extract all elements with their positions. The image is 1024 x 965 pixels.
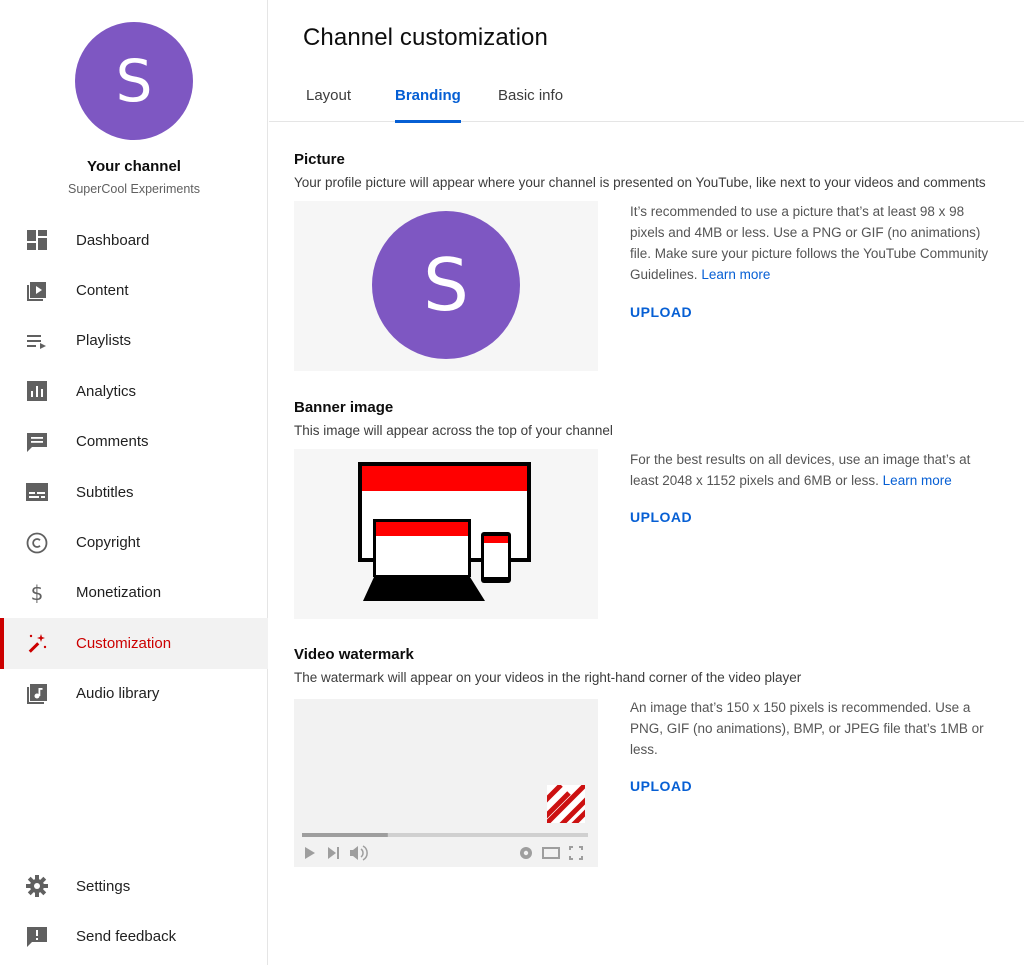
copyright-icon	[26, 532, 48, 554]
gear-icon	[520, 847, 532, 859]
sidebar-item-label: Audio library	[76, 685, 160, 703]
gear-icon	[26, 875, 48, 898]
sidebar-item-label: Settings	[76, 877, 131, 895]
sidebar-item-label: Content	[76, 282, 129, 300]
picture-preview: S	[294, 201, 598, 371]
channel-avatar[interactable]: S	[75, 22, 193, 140]
sidebar-item-audio-library[interactable]: Audio library	[0, 669, 268, 719]
watermark-description: The watermark will appear on your videos…	[294, 670, 802, 685]
banner-title: Banner image	[294, 399, 394, 416]
banner-info: For the best results on all devices, use…	[630, 449, 1000, 491]
video-player-illustration	[302, 785, 588, 861]
avatar-letter: S	[423, 243, 469, 327]
banner-preview	[294, 449, 598, 619]
watermark-upload-button[interactable]: UPLOAD	[630, 778, 692, 794]
sidebar-item-label: Monetization	[76, 584, 162, 602]
picture-learn-more-link[interactable]: Learn more	[701, 267, 770, 282]
magic-wand-icon	[26, 632, 48, 654]
audio-library-icon	[26, 683, 48, 705]
devices-illustration-icon	[358, 462, 531, 601]
sidebar-item-label: Comments	[76, 433, 149, 451]
avatar-letter: S	[115, 47, 153, 115]
main-content: Channel customization Layout Branding Ba…	[269, 0, 1024, 965]
sidebar-item-monetization[interactable]: $ Monetization	[0, 568, 268, 618]
watermark-title: Video watermark	[294, 646, 414, 663]
comments-icon	[26, 431, 48, 453]
analytics-icon	[26, 380, 48, 402]
dashboard-icon	[26, 229, 48, 251]
sidebar-item-customization[interactable]: Customization	[0, 618, 268, 669]
picture-upload-button[interactable]: UPLOAD	[630, 304, 692, 320]
banner-learn-more-link[interactable]: Learn more	[883, 473, 952, 488]
playlists-icon	[26, 330, 48, 352]
content-icon	[26, 280, 48, 302]
sidebar-item-label: Customization	[76, 634, 172, 652]
picture-title: Picture	[294, 151, 345, 168]
page-title: Channel customization	[303, 24, 548, 51]
subtitles-icon	[26, 481, 48, 503]
svg-text:$: $	[31, 582, 44, 604]
sidebar-item-label: Send feedback	[76, 928, 177, 946]
sidebar-item-subtitles[interactable]: Subtitles	[0, 467, 268, 517]
sidebar-item-send-feedback[interactable]: Send feedback	[0, 911, 268, 961]
feedback-icon	[26, 926, 48, 948]
sidebar-item-analytics[interactable]: Analytics	[0, 366, 268, 416]
watermark-info: An image that’s 150 x 150 pixels is reco…	[630, 700, 984, 757]
tab-basic-info[interactable]: Basic info	[498, 87, 563, 122]
next-icon	[328, 847, 336, 859]
tab-bar: Layout Branding Basic info	[269, 72, 1024, 123]
banner-description: This image will appear across the top of…	[294, 423, 613, 438]
picture-info: It’s recommended to use a picture that’s…	[630, 201, 1000, 285]
sidebar-item-comments[interactable]: Comments	[0, 417, 268, 467]
player-progress-bar	[302, 833, 388, 837]
sidebar-item-settings[interactable]: Settings	[0, 861, 268, 911]
your-channel-label[interactable]: Your channel	[0, 158, 268, 175]
channel-name: SuperCool Experiments	[67, 182, 200, 196]
play-icon	[305, 847, 315, 859]
sidebar-item-playlists[interactable]: Playlists	[0, 316, 268, 366]
sidebar-item-label: Analytics	[76, 382, 137, 400]
sidebar-item-content[interactable]: Content	[0, 265, 268, 315]
tab-layout[interactable]: Layout	[306, 87, 351, 122]
theater-mode-icon	[542, 847, 560, 859]
volume-icon	[350, 845, 368, 861]
sidebar-nav: Dashboard Content Playlists Analytics Co…	[0, 215, 268, 719]
banner-upload-button[interactable]: UPLOAD	[630, 509, 692, 525]
tab-branding[interactable]: Branding	[395, 87, 461, 123]
picture-avatar: S	[372, 211, 520, 359]
sidebar-item-label: Copyright	[76, 534, 141, 552]
sidebar-item-label: Subtitles	[76, 483, 134, 501]
watermark-stripes-icon	[547, 785, 585, 823]
watermark-preview	[294, 699, 598, 867]
sidebar-bottom-nav: Settings Send feedback	[0, 861, 268, 962]
sidebar-item-copyright[interactable]: Copyright	[0, 517, 268, 567]
sidebar: S Your channel SuperCool Experiments Das…	[0, 0, 268, 965]
picture-info-text: It’s recommended to use a picture that’s…	[630, 204, 989, 282]
sidebar-item-label: Dashboard	[76, 231, 150, 249]
picture-description: Your profile picture will appear where y…	[294, 175, 986, 190]
fullscreen-icon	[569, 846, 583, 860]
sidebar-item-label: Playlists	[76, 332, 132, 350]
dollar-icon: $	[26, 582, 48, 604]
sidebar-item-dashboard[interactable]: Dashboard	[0, 215, 268, 265]
